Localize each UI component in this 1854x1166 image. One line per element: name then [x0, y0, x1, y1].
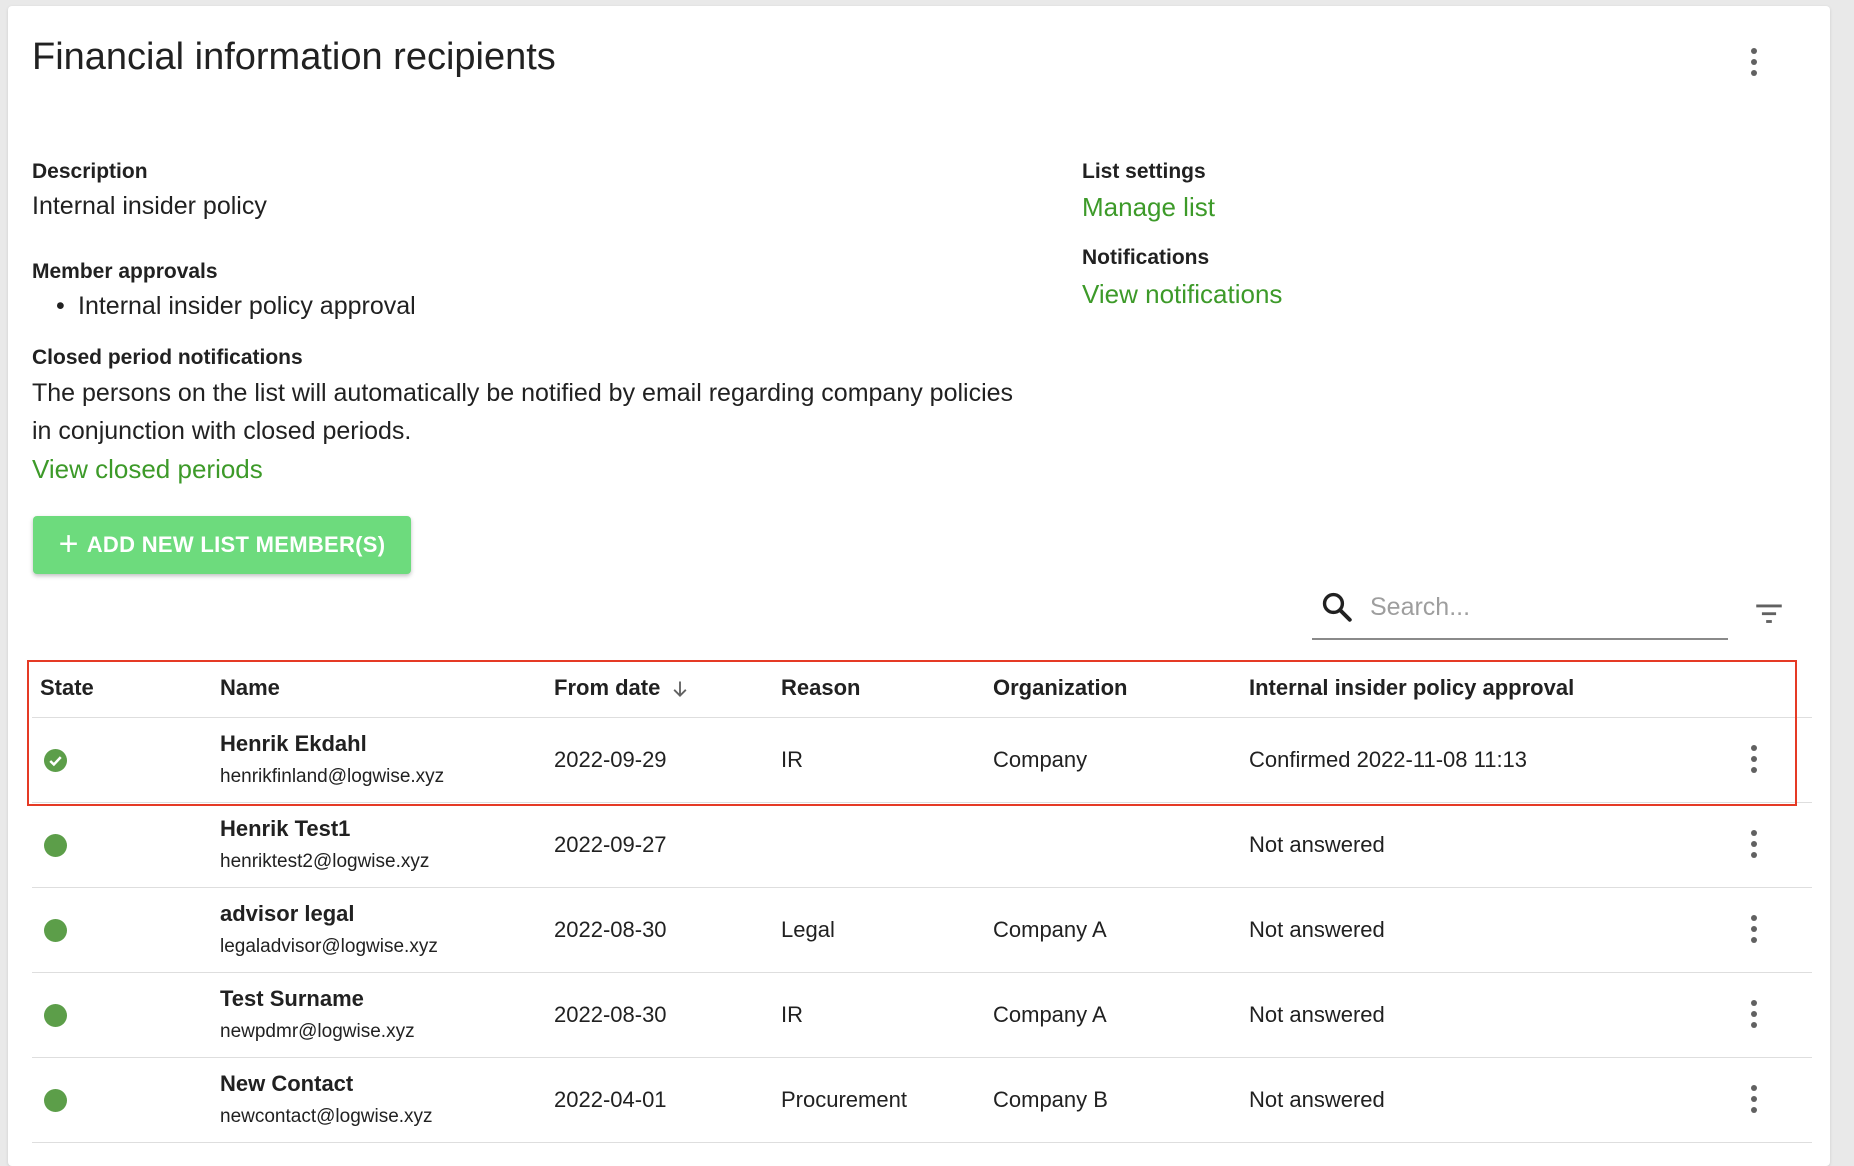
reason-cell: Legal	[781, 917, 835, 942]
members-table: State Name From date Reason Organization…	[32, 661, 1812, 1143]
search-icon	[1322, 592, 1352, 622]
member-email: newpdmr@logwise.xyz	[220, 1021, 415, 1042]
closed-period-text: The persons on the list will automatical…	[32, 379, 1014, 445]
member-name: advisor legal	[220, 901, 355, 926]
member-name: Henrik Ekdahl	[220, 731, 367, 756]
approval-cell: Not answered	[1249, 832, 1385, 857]
row-more-options-icon[interactable]	[1739, 824, 1769, 864]
table-row[interactable]: New Contact newcontact@logwise.xyz 2022-…	[32, 1058, 1812, 1143]
reason-cell: IR	[781, 1002, 803, 1027]
organization-cell: Company B	[993, 1087, 1108, 1112]
list-settings-label: List settings	[1082, 160, 1206, 183]
row-more-options-icon[interactable]	[1739, 739, 1769, 779]
add-new-list-members-label: ADD NEW LIST MEMBER(S)	[86, 532, 386, 557]
card-more-options-icon[interactable]	[1739, 42, 1769, 82]
reason-cell: Procurement	[781, 1087, 907, 1112]
check-circle-icon	[44, 749, 67, 772]
member-email: henriktest2@logwise.xyz	[220, 851, 430, 872]
state-active-indicator	[44, 1089, 67, 1112]
description-value: Internal insider policy	[32, 192, 267, 220]
closed-period-label: Closed period notifications	[32, 346, 303, 369]
notifications-label: Notifications	[1082, 246, 1210, 269]
view-notifications-link[interactable]: View notifications	[1082, 279, 1282, 310]
column-header-from-date[interactable]: From date	[554, 675, 690, 701]
organization-cell: Company A	[993, 917, 1107, 942]
table-row[interactable]: Henrik Ekdahl henrikfinland@logwise.xyz …	[32, 718, 1812, 803]
filter-icon[interactable]	[1750, 596, 1788, 630]
sort-arrow-down-icon	[673, 681, 687, 698]
column-header-from-date-label: From date	[554, 675, 661, 700]
approval-cell: Not answered	[1249, 1087, 1385, 1112]
plus-icon: +	[58, 524, 79, 563]
column-header-reason[interactable]: Reason	[781, 675, 860, 701]
table-row[interactable]: advisor legal legaladvisor@logwise.xyz 2…	[32, 888, 1812, 973]
view-closed-periods-link[interactable]: View closed periods	[32, 454, 263, 485]
row-more-options-icon[interactable]	[1739, 1079, 1769, 1119]
description-label: Description	[32, 160, 148, 183]
member-approvals-label: Member approvals	[32, 260, 218, 283]
from-date-cell: 2022-08-30	[554, 917, 667, 942]
member-name: New Contact	[220, 1071, 354, 1096]
column-header-name[interactable]: Name	[220, 675, 280, 701]
search-input[interactable]	[1368, 586, 1712, 628]
column-header-approval[interactable]: Internal insider policy approval	[1249, 675, 1574, 701]
row-more-options-icon[interactable]	[1739, 909, 1769, 949]
from-date-cell: 2022-08-30	[554, 1002, 667, 1027]
approval-cell: Not answered	[1249, 917, 1385, 942]
list-card: Financial information recipients Descrip…	[8, 6, 1830, 1166]
organization-cell: Company A	[993, 1002, 1107, 1027]
table-row[interactable]: Henrik Test1 henriktest2@logwise.xyz 202…	[32, 803, 1812, 888]
row-more-options-icon[interactable]	[1739, 994, 1769, 1034]
state-active-indicator	[44, 919, 67, 942]
state-active-indicator	[44, 834, 67, 857]
member-approval-item: Internal insider policy approval	[56, 292, 416, 321]
page-title: Financial information recipients	[32, 36, 556, 78]
reason-cell: IR	[781, 747, 803, 772]
member-name: Henrik Test1	[220, 816, 351, 841]
add-new-list-members-button[interactable]: + ADD NEW LIST MEMBER(S)	[33, 516, 411, 574]
from-date-cell: 2022-09-27	[554, 832, 667, 857]
member-email: henrikfinland@logwise.xyz	[220, 766, 445, 787]
member-name: Test Surname	[220, 986, 364, 1011]
member-email: newcontact@logwise.xyz	[220, 1106, 433, 1127]
table-header: State Name From date Reason Organization…	[32, 661, 1812, 718]
manage-list-link[interactable]: Manage list	[1082, 192, 1215, 223]
table-row[interactable]: Test Surname newpdmr@logwise.xyz 2022-08…	[32, 973, 1812, 1058]
search-field	[1312, 580, 1728, 640]
column-header-organization[interactable]: Organization	[993, 675, 1127, 701]
from-date-cell: 2022-09-29	[554, 747, 667, 772]
approval-cell: Confirmed 2022-11-08 11:13	[1249, 747, 1528, 772]
column-header-state[interactable]: State	[40, 675, 94, 701]
organization-cell: Company	[993, 747, 1088, 772]
state-active-indicator	[44, 1004, 67, 1027]
from-date-cell: 2022-04-01	[554, 1087, 667, 1112]
member-email: legaladvisor@logwise.xyz	[220, 936, 438, 957]
approval-cell: Not answered	[1249, 1002, 1385, 1027]
